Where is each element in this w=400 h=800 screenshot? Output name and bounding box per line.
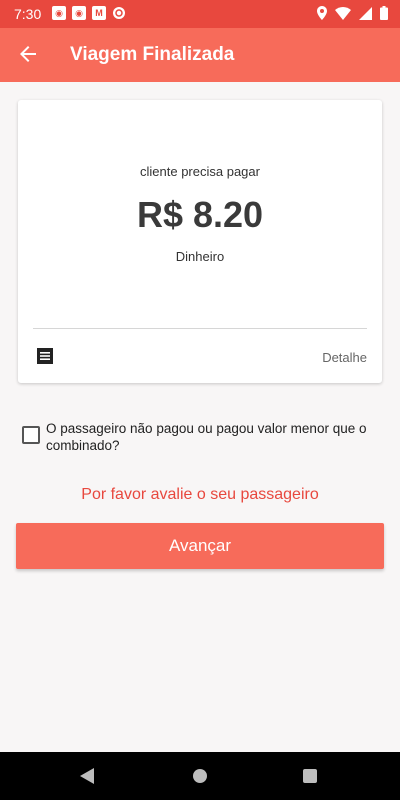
payment-card: cliente precisa pagar R$ 8.20 Dinheiro D… <box>18 100 382 383</box>
system-nav-bar <box>0 752 400 800</box>
notification-app-icon: ◉ <box>72 6 86 20</box>
signal-icon <box>359 6 372 20</box>
nav-home-icon[interactable] <box>193 769 207 783</box>
advance-button[interactable]: Avançar <box>16 523 384 569</box>
status-time: 7:30 <box>14 6 42 22</box>
payment-amount: R$ 8.20 <box>136 194 264 235</box>
underpaid-checkbox-label[interactable]: O passageiro não pagou ou pagou valor me… <box>46 420 376 454</box>
system-icons <box>317 6 388 20</box>
detail-link[interactable]: Detalhe <box>322 350 367 365</box>
sync-icon <box>113 7 125 19</box>
rate-passenger-link[interactable]: Por favor avalie o seu passageiro <box>0 486 400 504</box>
battery-icon <box>380 6 388 20</box>
location-icon <box>317 6 327 20</box>
payment-caption: cliente precisa pagar <box>140 164 260 179</box>
wifi-icon <box>335 6 351 20</box>
underpaid-checkbox[interactable] <box>22 426 40 444</box>
nav-recent-apps-icon[interactable] <box>303 769 317 783</box>
notification-app-icon: ◉ <box>52 6 66 20</box>
back-arrow-icon[interactable] <box>16 42 40 66</box>
page-title: Viagem Finalizada <box>70 44 235 65</box>
payment-method: Dinheiro <box>175 249 225 264</box>
status-bar: 7:30 ◉ ◉ M <box>0 0 400 28</box>
nav-back-icon[interactable] <box>80 768 94 784</box>
card-divider <box>33 328 367 329</box>
receipt-icon[interactable] <box>36 347 54 365</box>
gmail-icon: M <box>92 6 106 20</box>
notification-icons: ◉ ◉ M <box>52 6 126 20</box>
app-bar: Viagem Finalizada <box>0 28 400 82</box>
